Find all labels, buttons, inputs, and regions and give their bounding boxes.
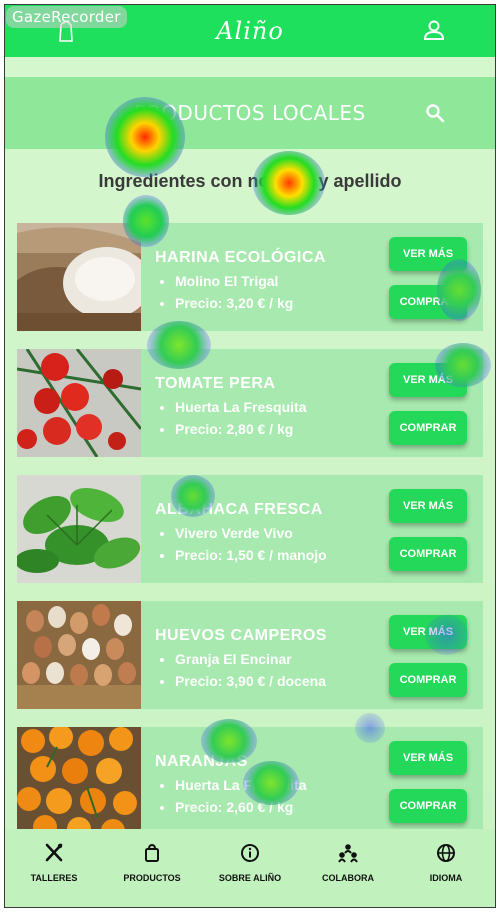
user-icon[interactable] (423, 19, 445, 41)
product-producer: Molino El Trigal (175, 273, 326, 289)
utensils-icon (45, 843, 63, 862)
product-card: NARANJAS Huerta La Fresquita Precio: 2,6… (17, 727, 483, 835)
nav-label: PRODUCTOS (123, 873, 181, 883)
product-producer: Vivero Verde Vivo (175, 525, 327, 541)
product-producer: Huerta La Fresquita (175, 777, 306, 793)
product-photo-eggs (17, 601, 141, 709)
ver-mas-button[interactable]: VER MÁS (389, 489, 467, 523)
product-price: Precio: 3,20 € / kg (175, 295, 326, 311)
comprar-button[interactable]: COMPRAR (389, 537, 467, 571)
product-price: Precio: 2,60 € / kg (175, 799, 306, 815)
shopping-bag-icon (145, 843, 159, 862)
people-icon (338, 844, 358, 863)
page-subtitle: Ingredientes con nombre y apellido (98, 171, 402, 191)
product-price: Precio: 2,80 € / kg (175, 421, 306, 437)
product-name: NARANJAS (155, 753, 248, 770)
nav-label: IDIOMA (429, 873, 463, 883)
nav-item-talleres[interactable]: TALLERES (5, 829, 103, 907)
comprar-button[interactable]: COMPRAR (389, 411, 467, 445)
comprar-button[interactable]: COMPRAR (389, 663, 467, 697)
product-photo-basil (17, 475, 141, 583)
product-producer: Granja El Encinar (175, 651, 327, 667)
ver-mas-button[interactable]: VER MÁS (389, 363, 467, 397)
comprar-button[interactable]: COMPRAR (389, 789, 467, 823)
product-name: ALBAHACA FRESCA (155, 501, 323, 518)
nav-label: SOBRE ALIÑO (218, 873, 282, 883)
nav-item-productos[interactable]: PRODUCTOS (103, 829, 201, 907)
comprar-button[interactable]: COMPRAR (389, 285, 467, 319)
product-info: HARINA ECOLÓGICA Molino El Trigal Precio… (155, 249, 326, 317)
info-icon (241, 844, 259, 862)
nav-item-colabora[interactable]: COLABORA (299, 829, 397, 907)
nav-item-idioma[interactable]: IDIOMA (397, 829, 495, 907)
ver-mas-button[interactable]: VER MÁS (389, 237, 467, 271)
section-title: PRODUCTOS LOCALES (134, 101, 366, 125)
product-card: HARINA ECOLÓGICA Molino El Trigal Precio… (17, 223, 483, 331)
product-name: HARINA ECOLÓGICA (155, 249, 326, 266)
product-info: NARANJAS Huerta La Fresquita Precio: 2,6… (155, 753, 306, 821)
globe-icon (437, 844, 455, 862)
product-photo-flour (17, 223, 141, 331)
search-icon[interactable] (425, 103, 445, 123)
product-photo-tomato (17, 349, 141, 457)
product-info: HUEVOS CAMPEROS Granja El Encinar Precio… (155, 627, 327, 695)
product-name: TOMATE PERA (155, 375, 276, 392)
product-producer: Huerta La Fresquita (175, 399, 306, 415)
nav-label: TALLERES (30, 873, 78, 883)
product-card: TOMATE PERA Huerta La Fresquita Precio: … (17, 349, 483, 457)
app-logo[interactable]: Aliño (216, 17, 284, 45)
product-price: Precio: 1,50 € / manojo (175, 547, 327, 563)
ver-mas-button[interactable]: VER MÁS (389, 741, 467, 775)
product-card: ALBAHACA FRESCA Vivero Verde Vivo Precio… (17, 475, 483, 583)
app-screen: Aliño PRODUCTOS LOCALES Ingredientes con… (4, 4, 496, 908)
ver-mas-button[interactable]: VER MÁS (389, 615, 467, 649)
nav-item-sobre-alino[interactable]: SOBRE ALIÑO (201, 829, 299, 907)
product-info: ALBAHACA FRESCA Vivero Verde Vivo Precio… (155, 501, 327, 569)
product-price: Precio: 3,90 € / docena (175, 673, 327, 689)
nav-label: COLABORA (322, 873, 374, 883)
product-info: TOMATE PERA Huerta La Fresquita Precio: … (155, 375, 306, 443)
bottom-navigation: TALLERES PRODUCTOS SOBRE ALIÑO COLABORA (5, 829, 495, 907)
product-name: HUEVOS CAMPEROS (155, 627, 327, 644)
section-banner: PRODUCTOS LOCALES (5, 77, 495, 149)
product-photo-oranges (17, 727, 141, 835)
gazerecorder-watermark: GazeRecorder (6, 6, 127, 28)
product-card: HUEVOS CAMPEROS Granja El Encinar Precio… (17, 601, 483, 709)
